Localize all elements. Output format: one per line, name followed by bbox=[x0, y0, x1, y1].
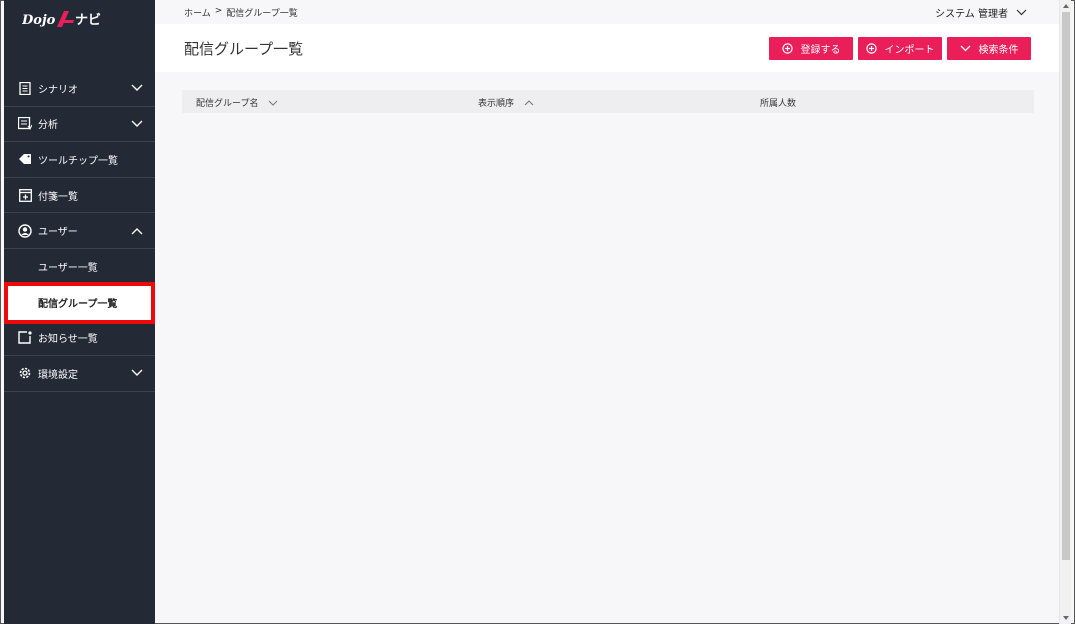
column-header-display-order[interactable]: 表示順序 bbox=[478, 96, 534, 109]
sidebar-item-label: 環境設定 bbox=[38, 369, 78, 381]
sidebar-item-label: 配信グループ一覧 bbox=[38, 299, 118, 311]
sidebar-item-label: ユーザー bbox=[38, 227, 78, 239]
page-title: 配信グループ一覧 bbox=[184, 40, 304, 58]
column-label: 配信グループ名 bbox=[196, 99, 259, 109]
sidebar-item-scenario[interactable]: シナリオ bbox=[4, 71, 155, 107]
vertical-scrollbar[interactable] bbox=[1059, 0, 1071, 624]
tag-icon bbox=[18, 152, 32, 166]
plus-circle-icon bbox=[865, 43, 877, 54]
scrollbar-thumb[interactable] bbox=[1062, 12, 1070, 560]
sort-desc-icon bbox=[269, 100, 278, 106]
sidebar-item-label: 分析 bbox=[38, 120, 58, 132]
user-name: システム 管理者 bbox=[935, 9, 1008, 20]
gear-icon bbox=[18, 366, 32, 380]
plus-circle-icon bbox=[781, 43, 793, 54]
user-menu[interactable]: システム 管理者 bbox=[935, 5, 1027, 20]
import-button[interactable]: インポート bbox=[858, 37, 942, 60]
chevron-down-icon bbox=[131, 369, 143, 377]
sidebar-item-label: お知らせ一覧 bbox=[38, 334, 98, 346]
column-header-group-name[interactable]: 配信グループ名 bbox=[196, 96, 278, 109]
sidebar-item-sticky-notes[interactable]: 付箋一覧 bbox=[4, 178, 155, 214]
breadcrumb-current: 配信グループ一覧 bbox=[226, 9, 298, 19]
sidebar-item-label: 付箋一覧 bbox=[38, 191, 78, 203]
sidebar-item-label: ユーザー一覧 bbox=[38, 263, 98, 275]
import-button-label: インポート bbox=[884, 45, 935, 56]
chevron-down-icon bbox=[131, 84, 143, 92]
sort-asc-icon bbox=[524, 99, 534, 105]
document-icon bbox=[18, 81, 32, 95]
breadcrumb-separator: > bbox=[214, 6, 223, 16]
column-header-member-count[interactable]: 所属人数 bbox=[760, 96, 796, 109]
chevron-down-icon bbox=[1016, 9, 1027, 16]
register-button[interactable]: 登録する bbox=[769, 37, 853, 60]
notice-icon bbox=[18, 331, 32, 345]
table-header: 配信グループ名 表示順序 所属人数 bbox=[182, 90, 1034, 113]
topbar: ホーム > 配信グループ一覧 システム 管理者 bbox=[155, 0, 1060, 24]
search-conditions-button-label: 検索条件 bbox=[978, 45, 1019, 56]
column-label: 表示順序 bbox=[478, 99, 515, 109]
sidebar-item-settings[interactable]: 環境設定 bbox=[4, 356, 155, 392]
sidebar-item-tooltips[interactable]: ツールチップ一覧 bbox=[4, 142, 155, 178]
sidebar-item-delivery-groups[interactable]: 配信グループ一覧 bbox=[4, 281, 155, 324]
breadcrumb: ホーム > 配信グループ一覧 bbox=[184, 6, 298, 19]
scroll-down-arrow-icon[interactable] bbox=[1062, 614, 1070, 622]
svg-text:ナビ: ナビ bbox=[75, 12, 101, 28]
sticky-note-icon bbox=[18, 188, 32, 202]
search-conditions-button[interactable]: 検索条件 bbox=[947, 37, 1031, 60]
app-logo[interactable]: Dojo ナビ bbox=[22, 8, 106, 30]
chevron-up-icon bbox=[131, 227, 143, 235]
column-label: 所属人数 bbox=[760, 99, 797, 109]
list-chart-icon bbox=[18, 117, 32, 131]
breadcrumb-home[interactable]: ホーム bbox=[184, 6, 211, 19]
svg-text:Dojo: Dojo bbox=[22, 13, 56, 28]
sidebar-item-user-list[interactable]: ユーザー一覧 bbox=[4, 249, 155, 285]
sidebar-nav: シナリオ 分析 ツールチップ一覧 付箋一覧 ユーザー ユーザー一覧 配信グループ… bbox=[4, 71, 155, 392]
sidebar: Dojo ナビ シナリオ 分析 ツールチップ一覧 付箋一覧 ユーザー ユーザー一… bbox=[4, 0, 155, 624]
page-header: 配信グループ一覧 登録する インポート 検索条件 bbox=[155, 24, 1060, 72]
sidebar-item-users[interactable]: ユーザー bbox=[4, 213, 155, 249]
chevron-down-icon bbox=[960, 45, 970, 52]
sidebar-item-label: シナリオ bbox=[38, 84, 78, 96]
user-circle-icon bbox=[18, 223, 32, 238]
register-button-label: 登録する bbox=[800, 45, 841, 56]
sidebar-item-label: ツールチップ一覧 bbox=[38, 155, 118, 167]
sidebar-item-notices[interactable]: お知らせ一覧 bbox=[4, 321, 155, 357]
scroll-up-arrow-icon[interactable] bbox=[1062, 2, 1070, 10]
sidebar-item-analysis[interactable]: 分析 bbox=[4, 107, 155, 143]
chevron-down-icon bbox=[131, 120, 143, 127]
